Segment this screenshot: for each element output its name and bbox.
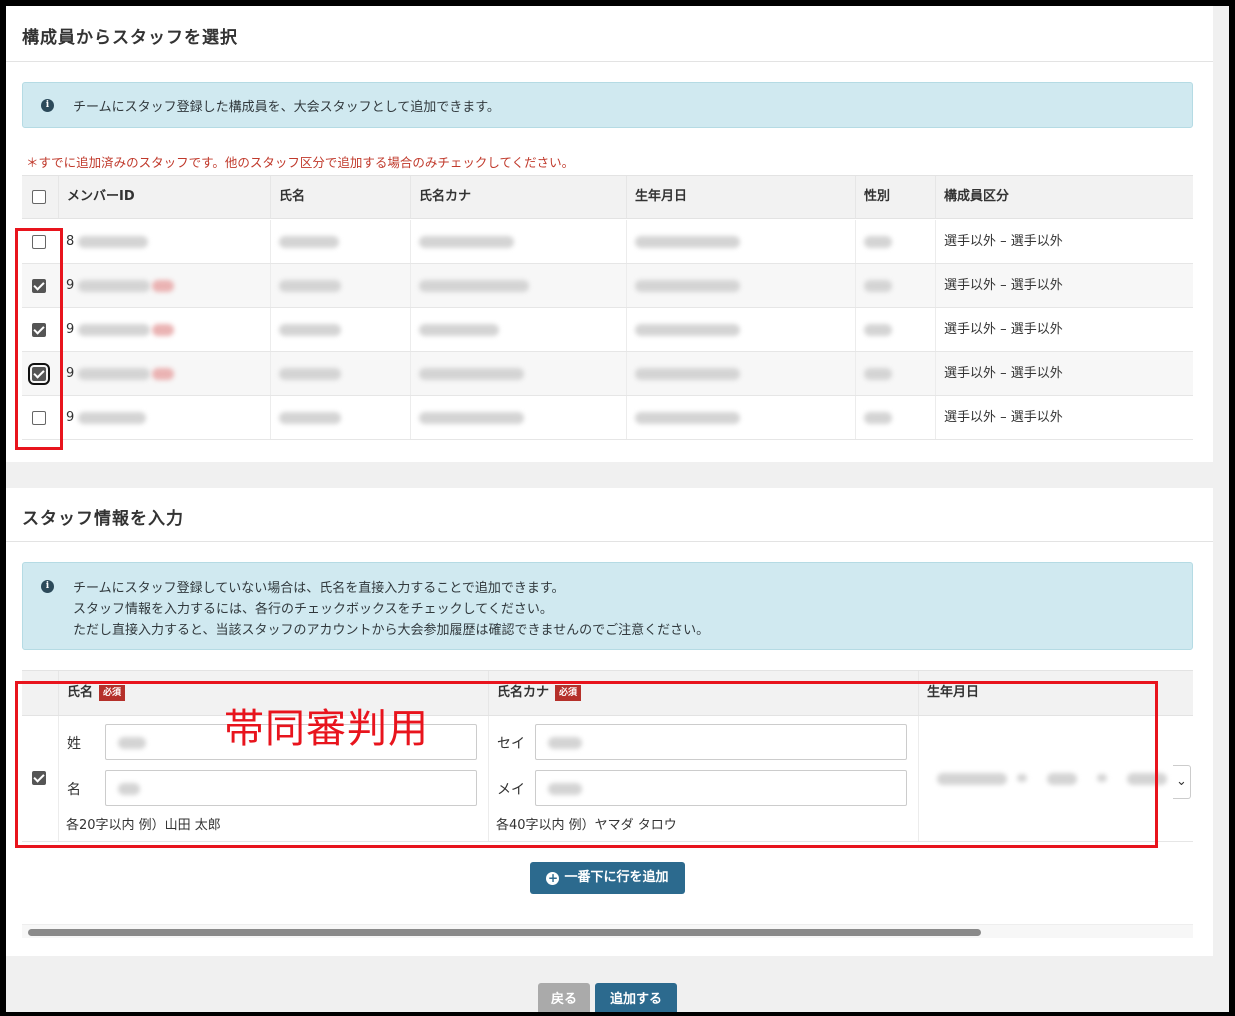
table-row[interactable]: 9 選手以外 – 選手以外 [22,308,1193,352]
name-cell [270,220,410,263]
kana-cell [410,220,626,263]
chevron-down-icon[interactable]: ⌄ [1173,765,1191,799]
kana-cell [410,352,626,395]
birthdate-selects[interactable] [927,763,1173,797]
name-cell [270,308,410,351]
kana-cell [410,396,626,439]
select-all-checkbox[interactable] [32,190,46,204]
staff-info-line-3: ただし直接入力すると、当該スタッフのアカウントから大会参加履歴は確認できませんの… [73,623,710,638]
birthdate-cell [626,308,855,351]
category-cell: 選手以外 – 選手以外 [935,220,1193,263]
staff-info-line-2: スタッフ情報を入力するには、各行のチェックボックスをチェックしてください。 [73,602,553,617]
row-checkbox[interactable] [32,235,46,249]
birthdate-cell [626,220,855,263]
member-id-cell: 8 [58,220,270,263]
member-select-panel: 構成員からスタッフを選択 i チームにスタッフ登録した構成員を、大会スタッフとし… [6,6,1213,462]
horizontal-scrollbar[interactable] [22,924,1193,938]
select-all-cell [22,176,58,218]
plus-circle-icon: + [546,871,560,885]
back-button[interactable]: 戻る [538,983,590,1012]
mei-kana-input[interactable] [535,770,907,806]
col-birthdate: 生年月日 [626,176,855,218]
member-info-text: チームにスタッフ登録した構成員を、大会スタッフとして追加できます。 [73,100,500,115]
gender-cell [855,308,935,351]
member-id-cell: 9 [58,352,270,395]
gender-cell [855,352,935,395]
already-added-warning: ＊すでに追加済みのスタッフです。他のスタッフ区分で追加する場合のみチェックしてく… [26,155,575,170]
divider [6,61,1213,62]
member-id-cell: 9 [58,264,270,307]
info-icon: i [41,99,54,112]
mei-label: 名 [67,782,81,798]
mei-input[interactable] [105,770,477,806]
page-frame: 構成員からスタッフを選択 i チームにスタッフ登録した構成員を、大会スタッフとし… [6,6,1229,1012]
member-id-cell: 9 [58,396,270,439]
gender-cell [855,264,935,307]
col-staff-birthdate: 生年月日 [918,671,1193,715]
sei-kana-input[interactable] [535,724,907,760]
category-cell: 選手以外 – 選手以外 [935,396,1193,439]
birthdate-cell [626,396,855,439]
header-spacer [22,671,58,715]
category-cell: 選手以外 – 選手以外 [935,308,1193,351]
staff-input-row: 姓 名 各20字以内 例）山田 太郎 セイ メイ 各40字以内 例）ヤマダ タロ… [22,716,1193,842]
referee-annotation: 帯同審判用 [224,706,429,752]
required-badge: 必須 [555,685,582,701]
info-icon: i [41,580,54,593]
gender-cell [855,220,935,263]
scrollbar-thumb[interactable] [28,929,981,936]
add-row-button[interactable]: + 一番下に行を追加 [530,862,685,894]
table-row[interactable]: 9 選手以外 – 選手以外 [22,396,1193,440]
row-checkbox[interactable] [32,411,46,425]
table-row[interactable]: 9 選手以外 – 選手以外 [22,264,1193,308]
member-select-title: 構成員からスタッフを選択 [22,28,238,48]
staff-input-title: スタッフ情報を入力 [22,509,184,529]
category-cell: 選手以外 – 選手以外 [935,352,1193,395]
name-cell [270,396,410,439]
birthdate-cell [626,352,855,395]
kana-cell [410,308,626,351]
staff-info-alert: i チームにスタッフ登録していない場合は、氏名を直接入力することで追加できます。… [22,562,1193,650]
birthdate-cell [626,264,855,307]
sei-kana-label: セイ [497,736,525,752]
row-checkbox[interactable] [32,323,46,337]
sei-label: 姓 [67,736,81,752]
kana-cell [410,264,626,307]
category-cell: 選手以外 – 選手以外 [935,264,1193,307]
col-staff-kana: 氏名カナ 必須 [488,671,918,715]
col-name: 氏名 [270,176,410,218]
member-info-alert: i チームにスタッフ登録した構成員を、大会スタッフとして追加できます。 [22,82,1193,128]
divider [6,541,1213,542]
name-cell [270,352,410,395]
col-member-category: 構成員区分 [935,176,1193,218]
name-cell [270,264,410,307]
name-hint: 各20字以内 例）山田 太郎 [66,818,221,833]
staff-input-panel: スタッフ情報を入力 i チームにスタッフ登録していない場合は、氏名を直接入力する… [6,488,1213,956]
row-checkbox[interactable] [32,279,46,293]
member-id-cell: 9 [58,308,270,351]
row-checkbox[interactable] [28,363,50,385]
staff-table-header: 氏名 必須 氏名カナ 必須 生年月日 [22,670,1193,716]
staff-info-line-1: チームにスタッフ登録していない場合は、氏名を直接入力することで追加できます。 [73,581,565,596]
col-member-id: メンバーID [58,176,270,218]
mei-kana-label: メイ [497,782,525,798]
gender-cell [855,396,935,439]
member-table-header: メンバーID 氏名 氏名カナ 生年月日 性別 構成員区分 [22,175,1193,219]
submit-add-button[interactable]: 追加する [595,983,677,1012]
required-badge: 必須 [99,685,126,701]
table-row[interactable]: 9 選手以外 – 選手以外 [22,352,1193,396]
kana-hint: 各40字以内 例）ヤマダ タロウ [496,818,677,833]
col-gender: 性別 [855,176,935,218]
col-kana: 氏名カナ [410,176,626,218]
table-row[interactable]: 8 選手以外 – 選手以外 [22,220,1193,264]
staff-row-checkbox[interactable] [32,771,46,785]
